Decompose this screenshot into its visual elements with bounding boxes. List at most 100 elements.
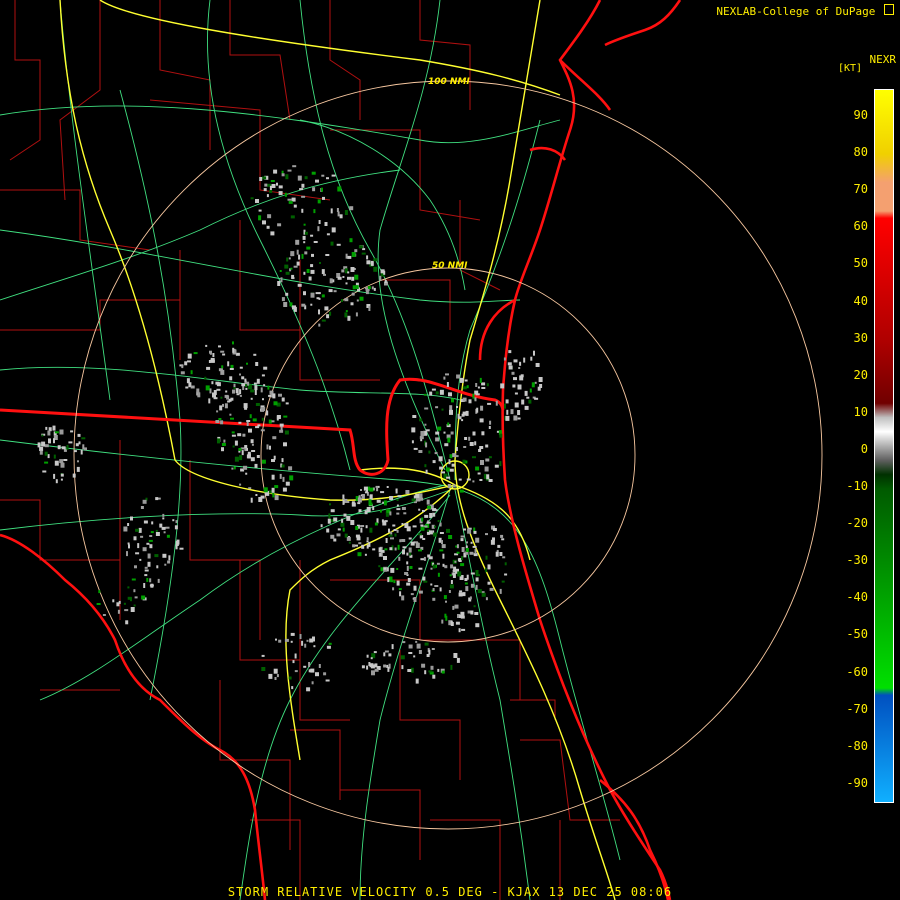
echo-pixel <box>464 578 468 581</box>
echo-pixel <box>273 668 278 674</box>
echo-pixel <box>418 549 422 552</box>
echo-pixel <box>386 486 389 488</box>
echo-pixel <box>382 520 387 526</box>
echo-pixel <box>147 561 151 567</box>
echo-pixel <box>469 596 472 600</box>
echo-pixel <box>213 397 218 400</box>
echo-pixel <box>55 479 58 484</box>
echo-pixel <box>472 393 475 399</box>
echo-pixel <box>238 421 242 424</box>
echo-pixel <box>366 665 369 670</box>
echo-pixel <box>318 323 321 327</box>
echo-pixel <box>349 206 354 211</box>
echo-pixel <box>317 226 320 232</box>
echo-pixel <box>448 392 452 397</box>
echo-pixel <box>439 389 444 395</box>
echo-pixel <box>485 533 488 536</box>
echo-pixel <box>462 386 467 390</box>
echo-pixel <box>420 431 425 436</box>
echo-pixel <box>140 535 144 538</box>
echo-pixel <box>379 275 382 281</box>
echo-pixel <box>432 512 436 517</box>
echo-pixel <box>39 447 44 451</box>
echo-pixel <box>52 425 56 431</box>
echo-pixel <box>295 239 300 245</box>
echo-pixel <box>409 566 413 569</box>
echo-pixel <box>418 650 422 654</box>
echo-pixel <box>133 536 137 541</box>
echo-pixel <box>452 484 456 488</box>
echo-pixel <box>432 597 436 601</box>
echo-pixel <box>488 456 492 459</box>
echo-pixel <box>37 442 41 448</box>
echo-pixel <box>408 644 413 649</box>
echo-pixel <box>128 544 130 549</box>
echo-pixel <box>294 653 297 659</box>
echo-pixel <box>134 596 138 599</box>
echo-pixel <box>401 665 404 670</box>
echo-pixel <box>137 543 140 549</box>
echo-pixel <box>355 285 359 290</box>
echo-pixel <box>448 459 451 465</box>
echo-pixel <box>500 383 505 389</box>
colorbar-tick: -90 <box>846 775 868 790</box>
echo-pixel <box>528 399 532 404</box>
echo-pixel <box>131 578 136 581</box>
echo-pixel <box>282 476 285 482</box>
echo-pixel <box>218 345 221 348</box>
echo-pixel <box>392 587 395 591</box>
echo-pixel <box>252 418 257 422</box>
echo-pixel <box>449 584 454 589</box>
echo-pixel <box>301 253 304 259</box>
echo-pixel <box>127 523 130 526</box>
echo-pixel <box>310 292 315 298</box>
echo-pixel <box>418 533 422 536</box>
echo-pixel <box>165 526 170 529</box>
echo-pixel <box>241 450 244 456</box>
echo-pixel <box>246 362 248 365</box>
echo-pixel <box>373 266 378 272</box>
echo-pixel <box>218 368 223 372</box>
echo-pixel <box>282 487 287 492</box>
echo-pixel <box>139 558 142 561</box>
echo-pixel <box>472 545 477 548</box>
echo-pixel <box>278 393 282 397</box>
range-rings <box>73 80 823 830</box>
echo-pixel <box>176 539 180 545</box>
echo-pixel <box>217 438 220 444</box>
echo-pixel <box>284 638 289 642</box>
echo-pixel <box>255 199 259 203</box>
echo-pixel <box>222 353 226 356</box>
echo-pixel <box>429 513 433 518</box>
legend-units: [KT] <box>838 63 863 74</box>
echo-pixel <box>460 563 465 567</box>
echo-pixel <box>231 434 236 437</box>
roads <box>0 0 621 900</box>
echo-pixel <box>514 402 519 408</box>
echo-pixel <box>218 418 222 420</box>
echo-pixel <box>485 597 488 601</box>
echo-pixel <box>333 290 337 293</box>
echo-pixel <box>163 531 166 534</box>
echo-pixel <box>298 254 301 260</box>
echo-pixel <box>322 196 325 200</box>
echo-pixel <box>361 494 365 499</box>
echo-pixel <box>285 481 290 486</box>
echo-pixel <box>339 214 343 219</box>
echo-pixel <box>345 310 348 313</box>
echo-pixel <box>462 397 467 402</box>
echo-pixel <box>449 454 453 459</box>
echo-pixel <box>124 609 129 612</box>
echo-pixel <box>456 551 460 554</box>
echo-pixel <box>212 353 215 357</box>
echo-pixel <box>319 262 321 264</box>
product-label: NEXR <box>869 53 897 66</box>
echo-pixel <box>371 286 374 290</box>
echo-pixel <box>430 665 434 670</box>
echo-pixel <box>271 184 276 188</box>
echo-pixel <box>269 190 273 193</box>
echo-pixel <box>354 249 358 253</box>
echo-pixel <box>451 463 455 467</box>
echo-pixel <box>141 595 146 600</box>
echo-pixel <box>259 177 263 181</box>
